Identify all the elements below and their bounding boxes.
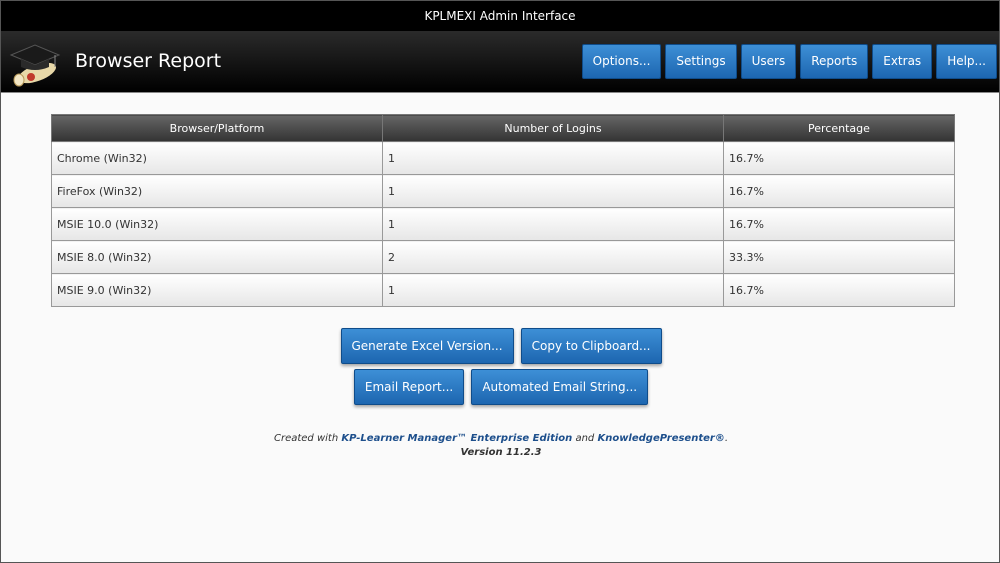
footer: Created with KP-Learner Manager™ Enterpr… [1, 432, 1000, 460]
footer-created-with: Created with [273, 433, 342, 444]
app-header: Browser Report Options... Settings Users… [1, 31, 999, 93]
email-report-button[interactable]: Email Report... [353, 369, 465, 405]
product-link[interactable]: KP-Learner Manager™ Enterprise Edition [341, 433, 572, 444]
percentage-cell: 16.7% [723, 174, 955, 208]
extras-button[interactable]: Extras [872, 44, 933, 79]
column-header-browser: Browser/Platform [51, 114, 383, 142]
table-row: FireFox (Win32) 1 16.7% [51, 174, 955, 208]
logins-cell: 1 [382, 273, 724, 307]
percentage-cell: 16.7% [723, 207, 955, 241]
browser-cell: MSIE 9.0 (Win32) [51, 273, 383, 307]
column-header-logins: Number of Logins [382, 114, 724, 142]
users-button[interactable]: Users [740, 44, 797, 79]
settings-button[interactable]: Settings [665, 44, 737, 79]
browser-cell: MSIE 10.0 (Win32) [51, 207, 383, 241]
table-row: MSIE 10.0 (Win32) 1 16.7% [51, 207, 955, 241]
email-actions: Email Report... Automated Email String..… [1, 369, 1000, 405]
table-row: MSIE 8.0 (Win32) 2 33.3% [51, 240, 955, 274]
logins-cell: 1 [382, 207, 724, 241]
browser-cell: FireFox (Win32) [51, 174, 383, 208]
window-title: KPLMEXI Admin Interface [1, 1, 999, 31]
table-row: Chrome (Win32) 1 16.7% [51, 141, 955, 175]
automated-email-string-button[interactable]: Automated Email String... [471, 369, 649, 405]
footer-and: and [572, 433, 598, 444]
main-nav: Options... Settings Users Reports Extras… [581, 44, 997, 79]
presenter-link[interactable]: KnowledgePresenter® [597, 433, 724, 444]
table-row: MSIE 9.0 (Win32) 1 16.7% [51, 273, 955, 307]
column-header-percentage: Percentage [723, 114, 955, 142]
logins-cell: 1 [382, 174, 724, 208]
export-actions: Generate Excel Version... Copy to Clipbo… [1, 328, 1000, 364]
browser-cell: MSIE 8.0 (Win32) [51, 240, 383, 274]
table-header-row: Browser/Platform Number of Logins Percen… [51, 114, 955, 142]
browser-report-table: Browser/Platform Number of Logins Percen… [51, 114, 955, 307]
reports-button[interactable]: Reports [800, 44, 869, 79]
browser-cell: Chrome (Win32) [51, 141, 383, 175]
percentage-cell: 33.3% [723, 240, 955, 274]
graduation-cap-icon [9, 44, 61, 87]
page-title: Browser Report [75, 50, 222, 72]
percentage-cell: 16.7% [723, 141, 955, 175]
logins-cell: 2 [382, 240, 724, 274]
copy-to-clipboard-button[interactable]: Copy to Clipboard... [520, 328, 662, 364]
generate-excel-button[interactable]: Generate Excel Version... [340, 328, 514, 364]
options-button[interactable]: Options... [581, 44, 662, 79]
logins-cell: 1 [382, 141, 724, 175]
help-button[interactable]: Help... [936, 44, 997, 79]
percentage-cell: 16.7% [723, 273, 955, 307]
version-text: Version 11.2.3 [460, 447, 542, 458]
footer-period: . [724, 433, 729, 444]
